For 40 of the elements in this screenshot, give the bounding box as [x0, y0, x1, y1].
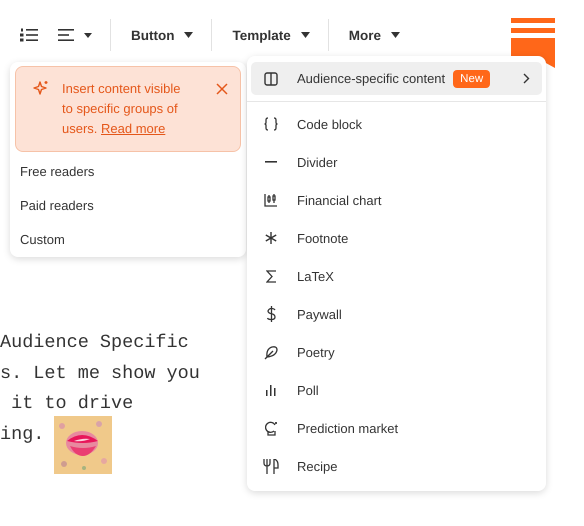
caret-icon — [184, 32, 194, 38]
menu-item[interactable]: Footnote — [251, 219, 542, 257]
body-text: Audience Specific — [0, 332, 189, 353]
feather-icon — [264, 344, 278, 360]
menu-item[interactable]: Recipe — [251, 447, 542, 485]
align-left-icon — [58, 29, 92, 41]
body-text: ing. — [0, 422, 44, 446]
caret-icon — [391, 32, 400, 38]
numbered-list-icon — [20, 28, 38, 42]
dollar-icon — [266, 306, 276, 322]
body-text: s. Let me show you — [0, 362, 200, 384]
braces-icon — [263, 117, 279, 131]
toolbar-dropdown[interactable]: More — [344, 20, 404, 50]
bar-chart-icon — [265, 384, 277, 396]
menu-item[interactable]: Prediction market — [251, 409, 542, 447]
menu-item[interactable]: Poetry — [251, 333, 542, 371]
menu-item[interactable]: Audience-specific content New — [251, 62, 542, 95]
callout-text: Insert content visible to specific groups of users. Read more — [62, 80, 182, 138]
menu-item[interactable]: Paywall — [251, 295, 542, 333]
candlestick-chart-icon — [264, 193, 278, 207]
menu-item[interactable]: Divider — [251, 143, 542, 181]
crystal-ball-icon — [264, 420, 278, 436]
new-badge: New — [453, 70, 490, 88]
asterisk-icon — [265, 232, 277, 244]
toolbar-dropdown[interactable]: Template — [228, 20, 314, 50]
sigma-icon — [266, 270, 276, 282]
close-button[interactable] — [216, 83, 228, 95]
body-text: it to drive — [10, 393, 134, 414]
columns-icon — [264, 72, 278, 86]
menu-item[interactable]: Financial chart — [251, 181, 542, 219]
toolbar-dropdown[interactable]: Button — [127, 20, 198, 50]
menu-item[interactable]: LaTeX — [251, 257, 542, 295]
horizontal-line-icon — [265, 161, 277, 163]
fork-knife-icon — [263, 458, 279, 474]
audience-option[interactable]: Paid readers — [15, 188, 241, 222]
menu-item[interactable]: Poll — [251, 371, 542, 409]
caret-icon — [300, 32, 310, 38]
menu-item[interactable]: Code block — [251, 105, 542, 143]
audience-option[interactable]: Custom — [15, 222, 241, 256]
audience-option[interactable]: Free readers — [15, 154, 241, 188]
